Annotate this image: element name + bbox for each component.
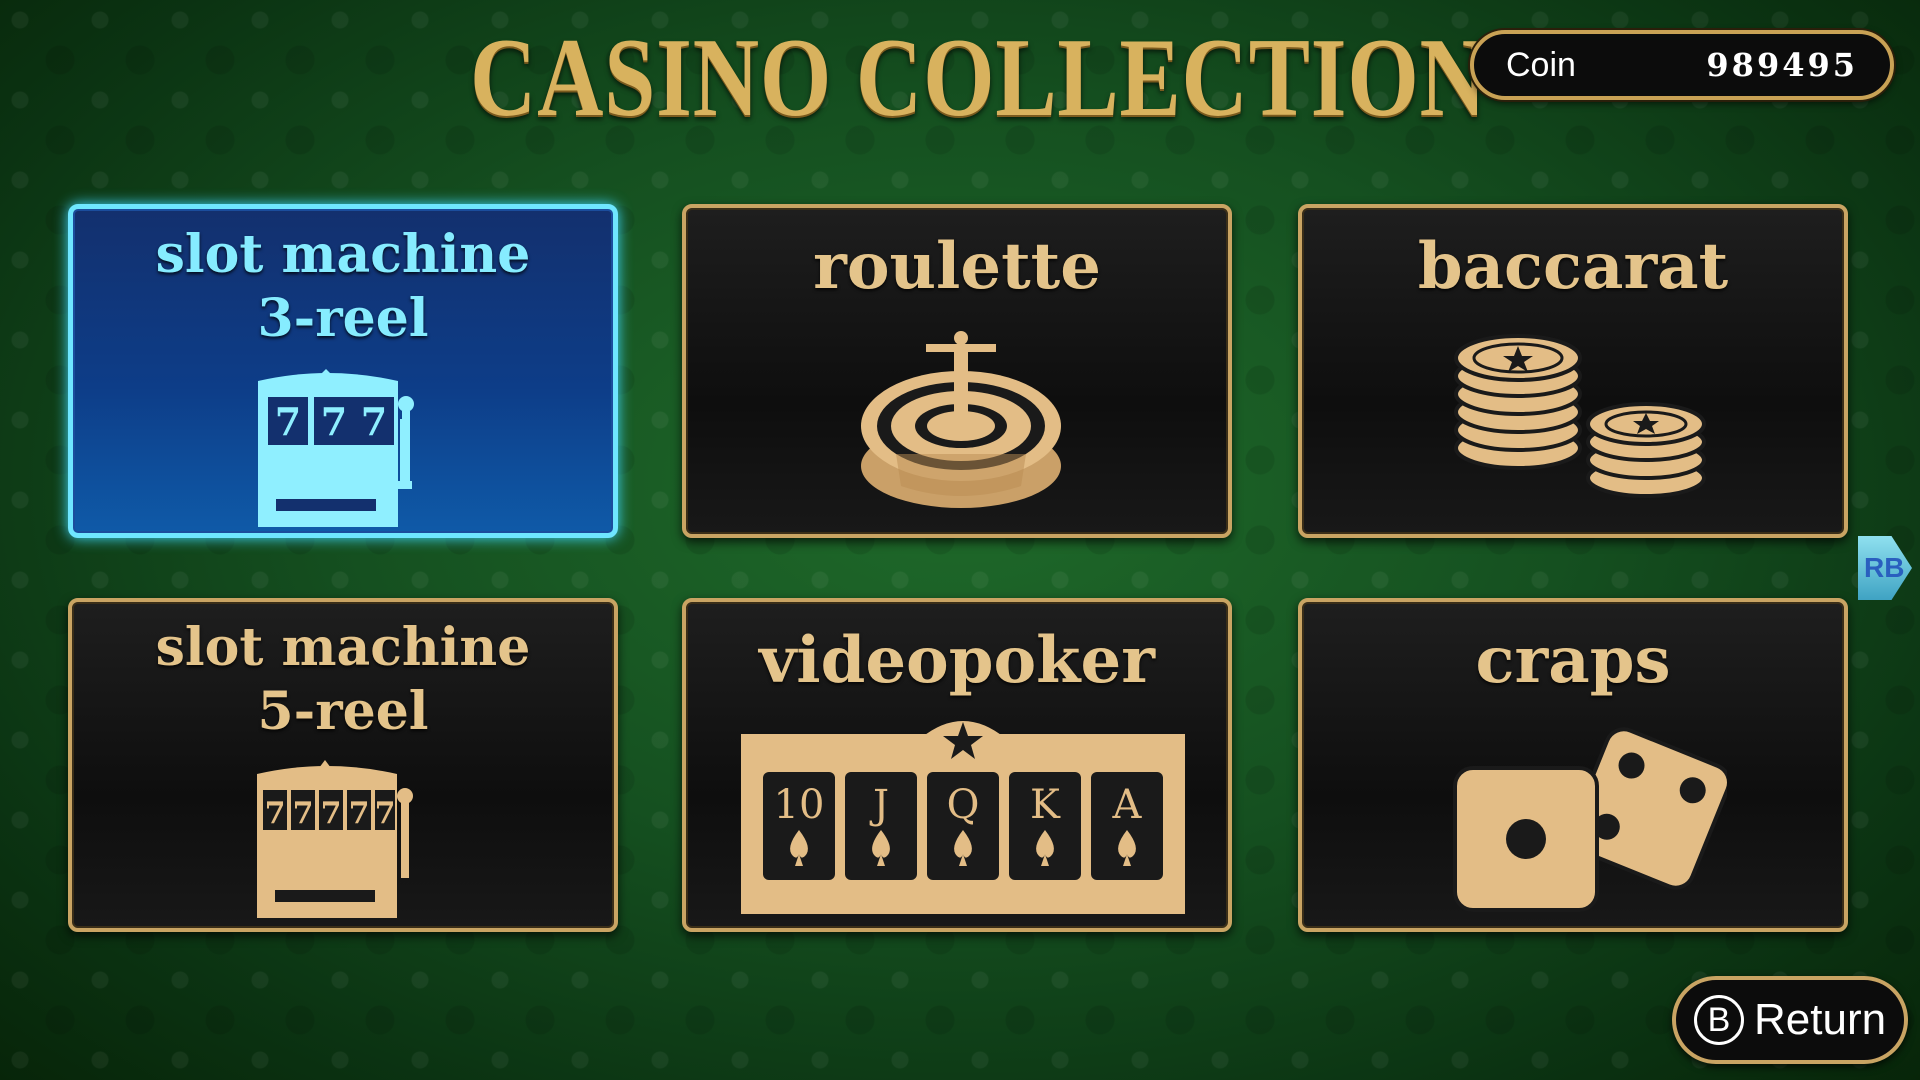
slot-machine-3-icon: 7 7 7: [258, 369, 414, 527]
coin-counter: Coin 989495: [1470, 30, 1894, 100]
slot-machine-5-icon: 7 7 7 7 7: [257, 760, 413, 918]
reel-symbol: 7: [349, 796, 370, 831]
game-title: roulette: [813, 229, 1101, 304]
card-rank: K: [1030, 782, 1061, 828]
game-title: craps: [1475, 623, 1671, 698]
game-title: slot machine 5-reel: [72, 616, 614, 744]
game-title-line1: slot machine: [155, 617, 531, 678]
reel-symbol: 7: [361, 399, 387, 444]
game-card-roulette[interactable]: roulette: [682, 204, 1232, 538]
return-label: Return: [1754, 995, 1887, 1044]
reel-symbol: 7: [321, 399, 347, 444]
game-title: videopoker: [759, 623, 1155, 698]
card-rank: 10: [774, 782, 825, 828]
card-rank: A: [1112, 782, 1143, 828]
coin-value: 989495: [1706, 46, 1858, 84]
game-card-slot-5reel[interactable]: slot machine 5-reel 7 7 7 7 7: [68, 598, 618, 932]
game-title-line2: 5-reel: [257, 681, 429, 742]
reel-symbol: 7: [275, 399, 301, 444]
page-title: CASINO COLLECTION: [470, 16, 1487, 140]
reel-symbol: 7: [265, 796, 286, 831]
game-title-line1: slot machine: [155, 224, 531, 285]
game-card-baccarat[interactable]: baccarat: [1298, 204, 1848, 538]
game-card-slot-3reel[interactable]: slot machine 3-reel 7 7 7: [68, 204, 618, 538]
reel-symbol: 7: [321, 796, 342, 831]
reel-symbol: 7: [375, 796, 396, 831]
roulette-wheel-icon: [861, 331, 1061, 508]
return-button[interactable]: B Return: [1672, 976, 1908, 1064]
game-card-craps[interactable]: craps: [1298, 598, 1848, 932]
card-rank: Q: [947, 782, 980, 828]
coin-label: Coin: [1506, 45, 1576, 84]
game-title: baccarat: [1417, 229, 1729, 304]
game-title-line2: 3-reel: [257, 288, 429, 349]
poker-cards-icon: 10 J Q K A: [741, 721, 1185, 914]
b-button-icon: B: [1694, 995, 1744, 1045]
dice-icon: [1453, 727, 1727, 912]
game-card-videopoker[interactable]: videopoker 10 J Q K A: [682, 598, 1232, 932]
reel-symbol: 7: [293, 796, 314, 831]
chip-stacks-icon: [1454, 334, 1706, 498]
game-title: slot machine 3-reel: [73, 223, 613, 351]
